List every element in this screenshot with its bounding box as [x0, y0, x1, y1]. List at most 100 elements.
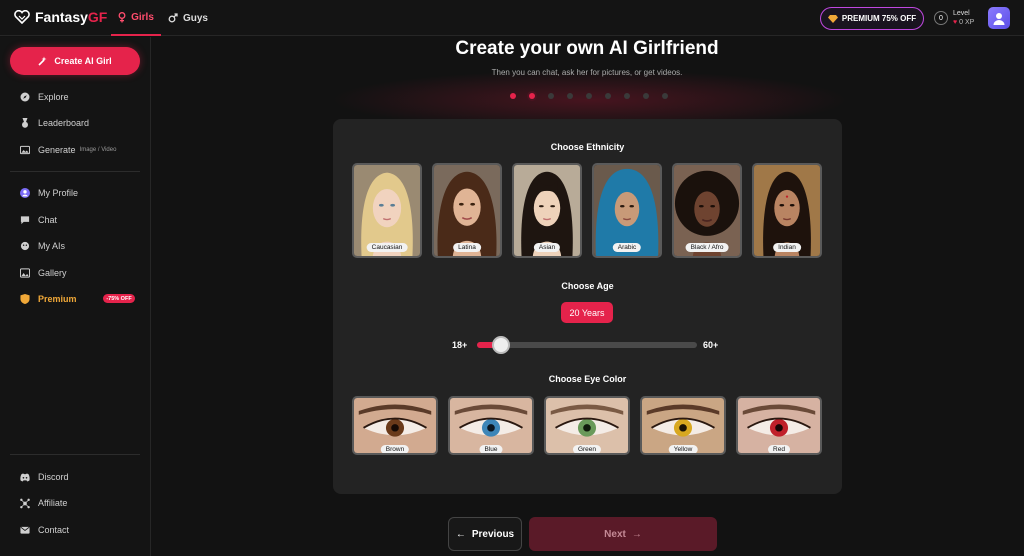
- ethnicity-option-black-afro[interactable]: Black / Afro: [672, 163, 742, 258]
- eye-color-title: Choose Eye Color: [548, 374, 627, 384]
- xp-value: 0 XP: [959, 19, 975, 26]
- ethnicity-title: Choose Ethnicity: [550, 142, 625, 152]
- sidebar-item-gallery[interactable]: Gallery: [20, 266, 67, 280]
- sidebar-divider: [10, 454, 140, 455]
- eye-color-options: Brown Blue Green Yellow Red: [352, 396, 822, 455]
- sidebar-item-chat[interactable]: Chat: [20, 213, 57, 227]
- shield-icon: [20, 294, 30, 304]
- age-min-label: 18+: [452, 340, 468, 350]
- age-max-label: 60+: [703, 340, 719, 350]
- ethnicity-label: Latina: [453, 243, 481, 252]
- eye-color-label: Brown: [380, 445, 410, 453]
- ethnicity-option-latina[interactable]: Latina: [432, 163, 502, 258]
- sidebar-item-affiliate[interactable]: Affiliate: [20, 496, 67, 510]
- step-dot: [529, 93, 535, 99]
- eye-color-label: Green: [572, 445, 602, 453]
- creation-card: Choose Ethnicity Caucasian Latina Asian …: [333, 119, 842, 494]
- chat-bubble-icon: [20, 215, 30, 225]
- magic-wand-icon: [38, 56, 47, 66]
- premium-offer-button[interactable]: PREMIUM 75% OFF: [820, 7, 924, 30]
- sidebar-item-label: Discord: [38, 472, 69, 482]
- image-icon: [20, 145, 30, 155]
- step-dot: [586, 93, 592, 99]
- eye-color-label: Blue: [479, 445, 503, 453]
- arrow-left-icon: ←: [455, 528, 466, 540]
- step-dot: [510, 93, 516, 99]
- sidebar-item-label: Contact: [38, 525, 70, 535]
- sidebar-item-generate[interactable]: Generate Image / Video: [20, 143, 116, 157]
- user-icon: [993, 13, 1005, 25]
- ai-face-icon: [20, 241, 30, 251]
- sidebar-item-discord[interactable]: Discord: [20, 470, 69, 484]
- sidebar-item-label: Chat: [38, 215, 58, 225]
- xp-heart-icon: ♥: [953, 19, 958, 26]
- discord-icon: [20, 472, 30, 482]
- contact-icon: [20, 525, 30, 535]
- age-title: Choose Age: [561, 281, 614, 291]
- eye-color-label: Yellow: [668, 445, 698, 453]
- step-dot: [643, 93, 649, 99]
- eye-color-label: Red: [768, 445, 790, 453]
- next-button[interactable]: Next →: [529, 517, 717, 551]
- user-avatar[interactable]: [988, 7, 1010, 29]
- next-label: Next: [604, 528, 626, 540]
- level-label: Level: [953, 10, 970, 17]
- sidebar-item-label: Leaderboard: [38, 118, 90, 128]
- sidebar-item-label: Generate: [38, 145, 76, 155]
- level-indicator[interactable]: 0 Level ♥ 0 XP: [934, 9, 974, 27]
- diamond-icon: [827, 14, 838, 23]
- create-ai-girl-button[interactable]: Create AI Girl: [10, 47, 140, 75]
- tab-guys[interactable]: Guys: [168, 0, 208, 36]
- medal-icon: [20, 118, 30, 128]
- female-symbol-icon: [118, 11, 126, 22]
- compass-icon: [20, 92, 30, 102]
- ethnicity-label: Arabic: [612, 243, 642, 252]
- ethnicity-label: Black / Afro: [685, 243, 729, 252]
- arrow-right-icon: →: [631, 528, 642, 540]
- sidebar-item-label: My Profile: [38, 188, 79, 198]
- eye-option-brown[interactable]: Brown: [352, 396, 438, 455]
- ethnicity-option-arabic[interactable]: Arabic: [592, 163, 662, 258]
- gallery-icon: [20, 268, 30, 278]
- sidebar-item-explore[interactable]: Explore: [20, 90, 69, 104]
- tab-girls[interactable]: Girls: [111, 0, 161, 36]
- create-ai-girl-label: Create AI Girl: [54, 56, 112, 66]
- ethnicity-label: Asian: [533, 243, 561, 252]
- tab-girls-label: Girls: [131, 11, 154, 23]
- male-symbol-icon: [168, 13, 178, 23]
- eye-option-blue[interactable]: Blue: [448, 396, 534, 455]
- eye-option-yellow[interactable]: Yellow: [640, 396, 726, 455]
- step-dot: [548, 93, 554, 99]
- eye-option-green[interactable]: Green: [544, 396, 630, 455]
- top-bar: FantasyGF Girls Guys PREMIUM 75% OFF 0 L…: [0, 0, 1024, 36]
- tab-guys-label: Guys: [182, 12, 208, 24]
- sidebar-item-label: Affiliate: [38, 498, 68, 508]
- sidebar-item-my-ais[interactable]: My AIs: [20, 239, 65, 253]
- age-value-badge: 20 Years: [561, 302, 613, 323]
- sidebar-item-my-profile[interactable]: My Profile: [20, 186, 78, 200]
- ethnicity-option-caucasian[interactable]: Caucasian: [352, 163, 422, 258]
- age-slider-thumb[interactable]: [492, 336, 511, 354]
- ethnicity-label: Indian: [773, 243, 801, 252]
- step-dot: [567, 93, 573, 99]
- age-slider-track[interactable]: [477, 336, 697, 354]
- heart-logo-icon: [14, 10, 30, 24]
- brand-logo[interactable]: FantasyGF: [14, 9, 107, 25]
- step-indicator: [510, 93, 668, 99]
- sidebar-item-contact[interactable]: Contact: [20, 523, 69, 537]
- ethnicity-option-asian[interactable]: Asian: [512, 163, 582, 258]
- ethnicity-option-indian[interactable]: Indian: [752, 163, 822, 258]
- sidebar-item-leaderboard[interactable]: Leaderboard: [20, 116, 89, 130]
- affiliate-icon: [20, 498, 30, 508]
- eye-option-red[interactable]: Red: [736, 396, 822, 455]
- ethnicity-options: Caucasian Latina Asian Arabic Black / Af…: [352, 163, 822, 258]
- brand-name: FantasyGF: [35, 9, 108, 25]
- page-subtitle: Then you can chat, ask her for pictures,…: [491, 68, 683, 77]
- step-dot: [662, 93, 668, 99]
- profile-icon: [20, 188, 30, 198]
- page-title: Create your own AI Girlfriend: [455, 38, 719, 59]
- sidebar-item-premium[interactable]: Premium: [20, 292, 77, 306]
- previous-button[interactable]: ← Previous: [448, 517, 522, 551]
- sidebar-item-label: Gallery: [38, 268, 67, 278]
- step-dot: [605, 93, 611, 99]
